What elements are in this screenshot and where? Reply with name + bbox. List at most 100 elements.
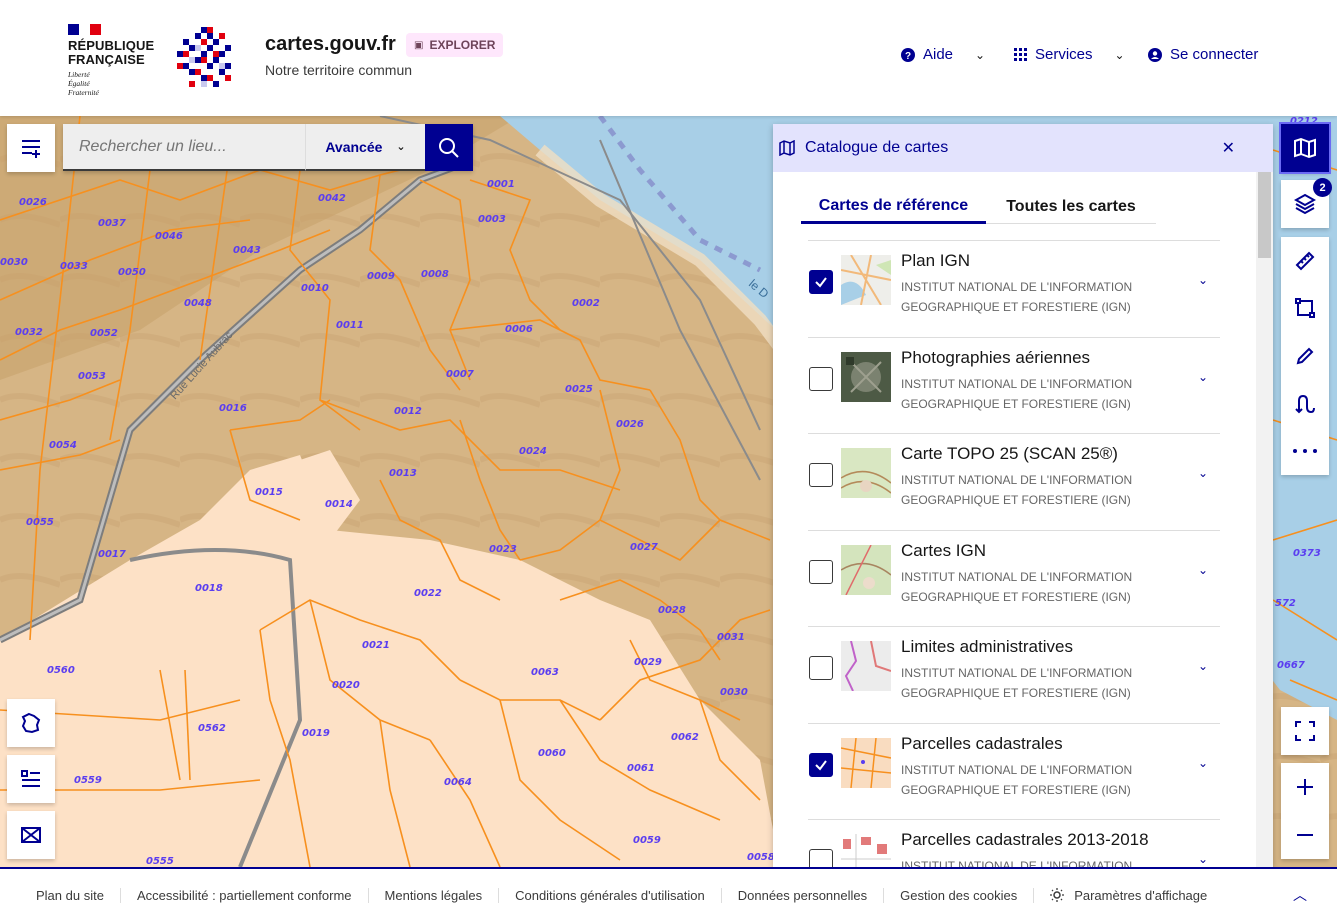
tab-all-maps[interactable]: Toutes les cartes [986, 190, 1156, 224]
panel-scrollbar[interactable] [1256, 172, 1273, 867]
parcel-label: 0001 [487, 179, 515, 190]
chevron-up-icon[interactable]: ︿ [1293, 885, 1307, 905]
chevron-down-icon[interactable]: ⌄ [1198, 563, 1208, 577]
parcel-label: 0013 [389, 468, 417, 479]
theme-sun-icon [1050, 888, 1065, 902]
measure-button[interactable] [1281, 237, 1329, 285]
checkbox[interactable] [809, 849, 833, 867]
republique-francaise-logo[interactable]: RÉPUBLIQUE FRANÇAISE Liberté Égalité Fra… [68, 24, 158, 97]
close-icon[interactable]: ✕ [1222, 138, 1235, 158]
footer-link-cookies[interactable]: Gestion des cookies [900, 887, 1035, 903]
parcel-label: 0037 [98, 218, 126, 229]
list-item[interactable]: Parcelles cadastrales INSTITUT NATIONAL … [808, 722, 1220, 820]
itinerary-button[interactable] [1281, 380, 1329, 428]
account-icon [1148, 47, 1162, 62]
item-producer: INSTITUT NATIONAL DE L'INFORMATION GEOGR… [901, 280, 1133, 314]
item-producer: INSTITUT NATIONAL DE L'INFORMATION GEOGR… [901, 859, 1133, 867]
list-item[interactable]: Carte TOPO 25 (SCAN 25®) INSTITUT NATION… [808, 433, 1220, 530]
chevron-down-icon[interactable]: ⌄ [1198, 370, 1208, 384]
more-dots-icon [1293, 449, 1317, 454]
scrollbar-thumb[interactable] [1258, 172, 1271, 258]
chevron-down-icon[interactable]: ⌄ [1198, 852, 1208, 866]
parcel-label: 0008 [421, 269, 449, 280]
chevron-down-icon[interactable]: ⌄ [1198, 756, 1208, 770]
footer-link-terms[interactable]: Conditions générales d'utilisation [515, 887, 722, 903]
parcel-label: 0054 [49, 440, 77, 451]
map-icon [1294, 137, 1316, 159]
list-item[interactable]: Cartes IGN INSTITUT NATIONAL DE L'INFORM… [808, 529, 1220, 627]
list-item[interactable]: Parcelles cadastrales 2013-2018 INSTITUT… [808, 819, 1220, 867]
zoom-out-button[interactable] [1281, 811, 1329, 859]
draw-area-button[interactable] [1281, 285, 1329, 333]
site-title[interactable]: cartes.gouv.fr [265, 33, 396, 56]
cartes-ign-thumbnail [841, 544, 891, 595]
parcel-label: 0002 [572, 298, 600, 309]
parcel-label: 0052 [90, 328, 118, 339]
plus-icon [1297, 779, 1313, 795]
help-menu-button[interactable]: ? Aide ⌄ [901, 46, 985, 63]
parcel-label: 572 [1275, 598, 1296, 609]
parcel-label: 0667 [1277, 660, 1305, 671]
devise-egalite: Égalité [68, 79, 90, 88]
parcel-label: 0010 [301, 283, 329, 294]
checkbox[interactable] [809, 463, 833, 487]
cadastral-thumbnail [841, 737, 891, 788]
layers-icon [1294, 193, 1316, 215]
checkbox[interactable] [809, 559, 833, 584]
legend-button[interactable] [7, 755, 55, 803]
chevron-down-icon[interactable]: ⌄ [1198, 466, 1208, 480]
zoom-in-button[interactable] [1281, 763, 1329, 811]
checkbox[interactable] [809, 270, 833, 294]
login-button[interactable]: Se connecter [1148, 46, 1258, 63]
grid-icon [1014, 48, 1027, 61]
tab-reference-maps[interactable]: Cartes de référence [801, 190, 986, 224]
map-icon [779, 140, 795, 156]
fullscreen-button[interactable] [1281, 707, 1329, 755]
extent-button[interactable] [7, 811, 55, 859]
footer-link-legal[interactable]: Mentions légales [385, 887, 500, 903]
list-item[interactable]: Plan IGN INSTITUT NATIONAL DE L'INFORMAT… [808, 240, 1220, 337]
item-producer: INSTITUT NATIONAL DE L'INFORMATION GEOGR… [901, 473, 1133, 507]
search-input[interactable] [63, 124, 305, 171]
parcel-label: 0562 [198, 723, 226, 734]
item-producer: INSTITUT NATIONAL DE L'INFORMATION GEOGR… [901, 569, 1133, 604]
parcel-label: 0026 [616, 419, 644, 430]
item-name: Cartes IGN [901, 540, 987, 560]
parcel-label: 0053 [78, 371, 106, 382]
checkbox[interactable] [809, 366, 833, 391]
menu-add-button[interactable] [7, 124, 55, 172]
parcel-label: 0024 [519, 446, 547, 457]
parcel-label: 0031 [717, 632, 745, 643]
parcel-label: 0064 [444, 777, 472, 788]
parcel-label: 0014 [325, 499, 353, 510]
parcel-label: 0059 [633, 835, 661, 846]
services-menu-button[interactable]: Services ⌄ [1014, 46, 1125, 63]
footer-link-accessibility[interactable]: Accessibilité : partiellement conforme [137, 887, 369, 903]
item-producer: INSTITUT NATIONAL DE L'INFORMATION GEOGR… [901, 666, 1133, 700]
list-item[interactable]: Limites administratives INSTITUT NATIONA… [808, 626, 1220, 723]
search-icon [439, 137, 459, 158]
aerial-photo-thumbnail [841, 351, 891, 402]
panel-title: Catalogue de cartes [805, 139, 949, 156]
checkbox[interactable] [809, 752, 833, 777]
chevron-down-icon[interactable]: ⌄ [1198, 659, 1208, 673]
parcel-label: 0559 [74, 775, 102, 786]
advanced-search-button[interactable]: Avancée ⌄ [305, 124, 425, 171]
pencil-icon [1296, 347, 1314, 365]
checkbox[interactable] [809, 656, 833, 680]
search-bar: Avancée ⌄ [63, 124, 473, 171]
map-catalog-button[interactable] [1279, 122, 1331, 174]
annotate-button[interactable] [1281, 332, 1329, 380]
territory-button[interactable] [7, 699, 55, 747]
more-tools-button[interactable] [1281, 427, 1329, 475]
parcel-label: 0043 [233, 245, 261, 256]
chevron-down-icon[interactable]: ⌄ [1198, 273, 1208, 287]
parcel-label: 0025 [565, 384, 593, 395]
display-settings-button[interactable]: Paramètres d'affichage [1050, 888, 1207, 903]
list-item[interactable]: Photographies aériennes INSTITUT NATIONA… [808, 336, 1220, 434]
republic-line-2: FRANÇAISE [68, 52, 145, 67]
footer-link-privacy[interactable]: Données personnelles [738, 887, 885, 903]
footer-link-sitemap[interactable]: Plan du site [36, 887, 121, 903]
search-button[interactable] [425, 124, 473, 171]
ruler-icon [1295, 251, 1315, 271]
